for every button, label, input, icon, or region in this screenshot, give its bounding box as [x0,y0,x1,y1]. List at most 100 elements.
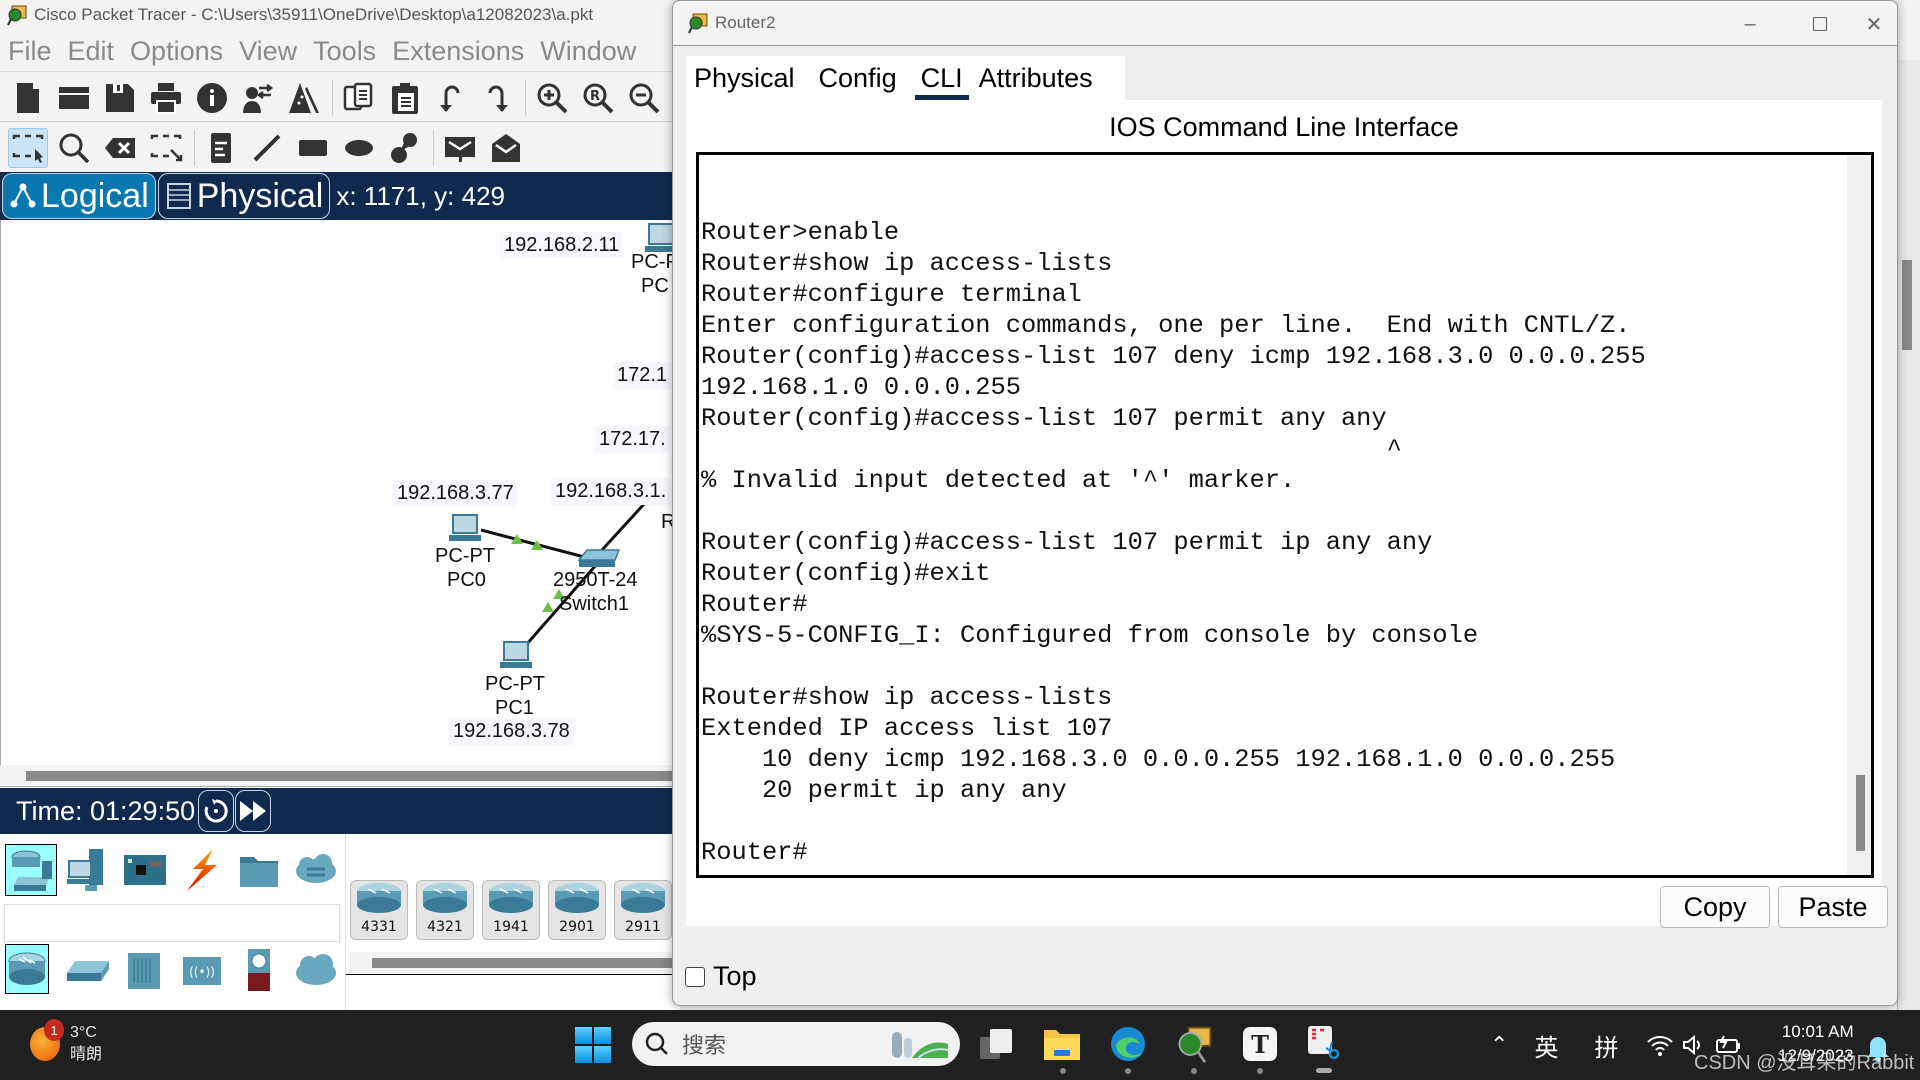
search-placeholder: 搜索 [682,1033,727,1058]
cli-line [701,651,1841,682]
undo-button[interactable] [431,78,471,118]
category-network-devices[interactable] [5,844,57,896]
menu-view[interactable]: View [239,36,297,67]
file-explorer-button[interactable] [1040,1022,1084,1066]
place-note-button[interactable] [201,128,241,168]
paste-button[interactable] [385,78,425,118]
copy-button[interactable] [339,78,379,118]
tab-logical[interactable]: Logical [2,173,156,219]
router-model-2911[interactable]: 2911 [614,880,672,940]
minimize-icon: – [1744,12,1756,35]
menu-extensions[interactable]: Extensions [392,36,524,67]
pc-icon [500,641,532,668]
activity-wizard-button[interactable] [238,78,278,118]
save-button[interactable] [100,78,140,118]
delete-button[interactable] [100,128,140,168]
menu-options[interactable]: Options [130,36,223,67]
wifi-icon[interactable] [1646,1033,1674,1057]
minimize-button[interactable]: – [1727,7,1773,41]
category-connections[interactable] [176,844,228,896]
open-button[interactable] [54,78,94,118]
router-model-2901[interactable]: 2901 [548,880,606,940]
inspect-button[interactable] [54,128,94,168]
typora-button[interactable]: T [1238,1022,1282,1066]
category-multiuser[interactable] [290,844,342,896]
zoom-in-button[interactable] [532,78,572,118]
close-button[interactable]: ✕ [1851,7,1897,41]
task-view-button[interactable] [975,1022,1019,1066]
toolbar-separator [194,130,195,166]
resize-shape-button[interactable] [146,128,186,168]
cli-terminal[interactable]: Router>enable Router#show ip access-lists… [696,152,1874,878]
category-components[interactable] [119,844,171,896]
subcategory-routers[interactable] [5,944,49,994]
zoom-reset-button[interactable]: R [578,78,618,118]
copy-button[interactable]: Copy [1660,886,1770,928]
tab-physical[interactable]: Physical [157,173,331,219]
tab-physical[interactable]: Physical [694,63,795,100]
maximize-button[interactable] [1797,7,1843,41]
menu-tools[interactable]: Tools [313,36,376,67]
redo-button[interactable] [477,78,517,118]
ime-mode-indicator[interactable]: 拼 [1594,1028,1618,1063]
draw-freeform-button[interactable] [385,128,425,168]
subcategory-wireless[interactable]: ((•)) [176,944,228,996]
start-button[interactable] [575,1027,611,1063]
weather-widget[interactable]: 1 3°C 晴朗 [30,1019,102,1066]
scrollbar-thumb[interactable] [1856,775,1865,851]
toolbar-separator [525,79,526,116]
canvas-horizontal-scrollbar[interactable] [0,765,680,787]
top-checkbox[interactable] [685,966,705,987]
menu-file[interactable]: File [8,36,52,67]
undo-icon [440,85,460,112]
power-cycle-button[interactable] [198,790,235,832]
cli-scrollbar[interactable] [1847,155,1871,875]
draw-line-button[interactable] [247,128,287,168]
router-model-4321[interactable]: 4321 [416,880,474,940]
draw-ellipse-button[interactable] [339,128,379,168]
menu-window[interactable]: Window [540,36,636,67]
subcategory-hubs[interactable] [119,944,171,996]
custom-pdu-button[interactable] [284,78,324,118]
draw-rectangle-button[interactable] [293,128,333,168]
edge-icon [1111,1027,1145,1061]
select-button[interactable] [8,128,48,168]
taskbar-search[interactable]: 搜索 [632,1022,960,1066]
category-end-devices[interactable] [62,844,114,896]
category-miscellaneous[interactable] [233,844,285,896]
print-button[interactable] [146,78,186,118]
cli-line: Router# [701,838,808,867]
router-model-4331[interactable]: 4331 [350,880,408,940]
edge-button[interactable] [1106,1022,1150,1066]
simple-pdu-button[interactable] [440,128,480,168]
tab-physical-label: Physical [196,176,324,215]
logical-workspace-canvas[interactable]: 192.168.2.11 PC-P PC 172.1 172.17. 192.1… [0,220,680,765]
new-file-button[interactable] [8,78,48,118]
model-label: 2901 [559,919,595,935]
model-list-scrollbar[interactable] [348,952,682,974]
scrollbar-thumb[interactable] [26,771,680,781]
model-label: 2911 [625,919,661,935]
scrollbar-thumb[interactable] [1902,260,1912,350]
tab-config[interactable]: Config [819,63,897,100]
scrollbar-thumb[interactable] [372,958,682,968]
complex-pdu-button[interactable] [486,128,526,168]
info-button[interactable] [192,78,232,118]
router-model-1941[interactable]: 1941 [482,880,540,940]
ime-language-indicator[interactable]: 英 [1534,1028,1558,1063]
subcategory-switches[interactable] [62,944,114,996]
router-title-bar[interactable]: Router2 – ✕ [673,1,1897,46]
fast-forward-button[interactable] [235,790,272,832]
subcategory-security[interactable] [233,944,285,996]
packet-tracer-taskbar-button[interactable] [1172,1022,1216,1066]
paste-button[interactable]: Paste [1778,886,1888,928]
tab-cli[interactable]: CLI [914,63,969,100]
subcategory-wan-emulation[interactable] [290,944,342,996]
show-hidden-icons-button[interactable]: ⌃ [1490,1032,1508,1058]
tab-attributes[interactable]: Attributes [979,63,1093,100]
snipping-tool-button[interactable] [1302,1022,1346,1066]
menu-edit[interactable]: Edit [68,36,115,67]
device-name-label: PC0 [447,569,486,591]
zoom-out-button[interactable] [624,78,664,118]
activity-wizard-icon [243,83,274,113]
